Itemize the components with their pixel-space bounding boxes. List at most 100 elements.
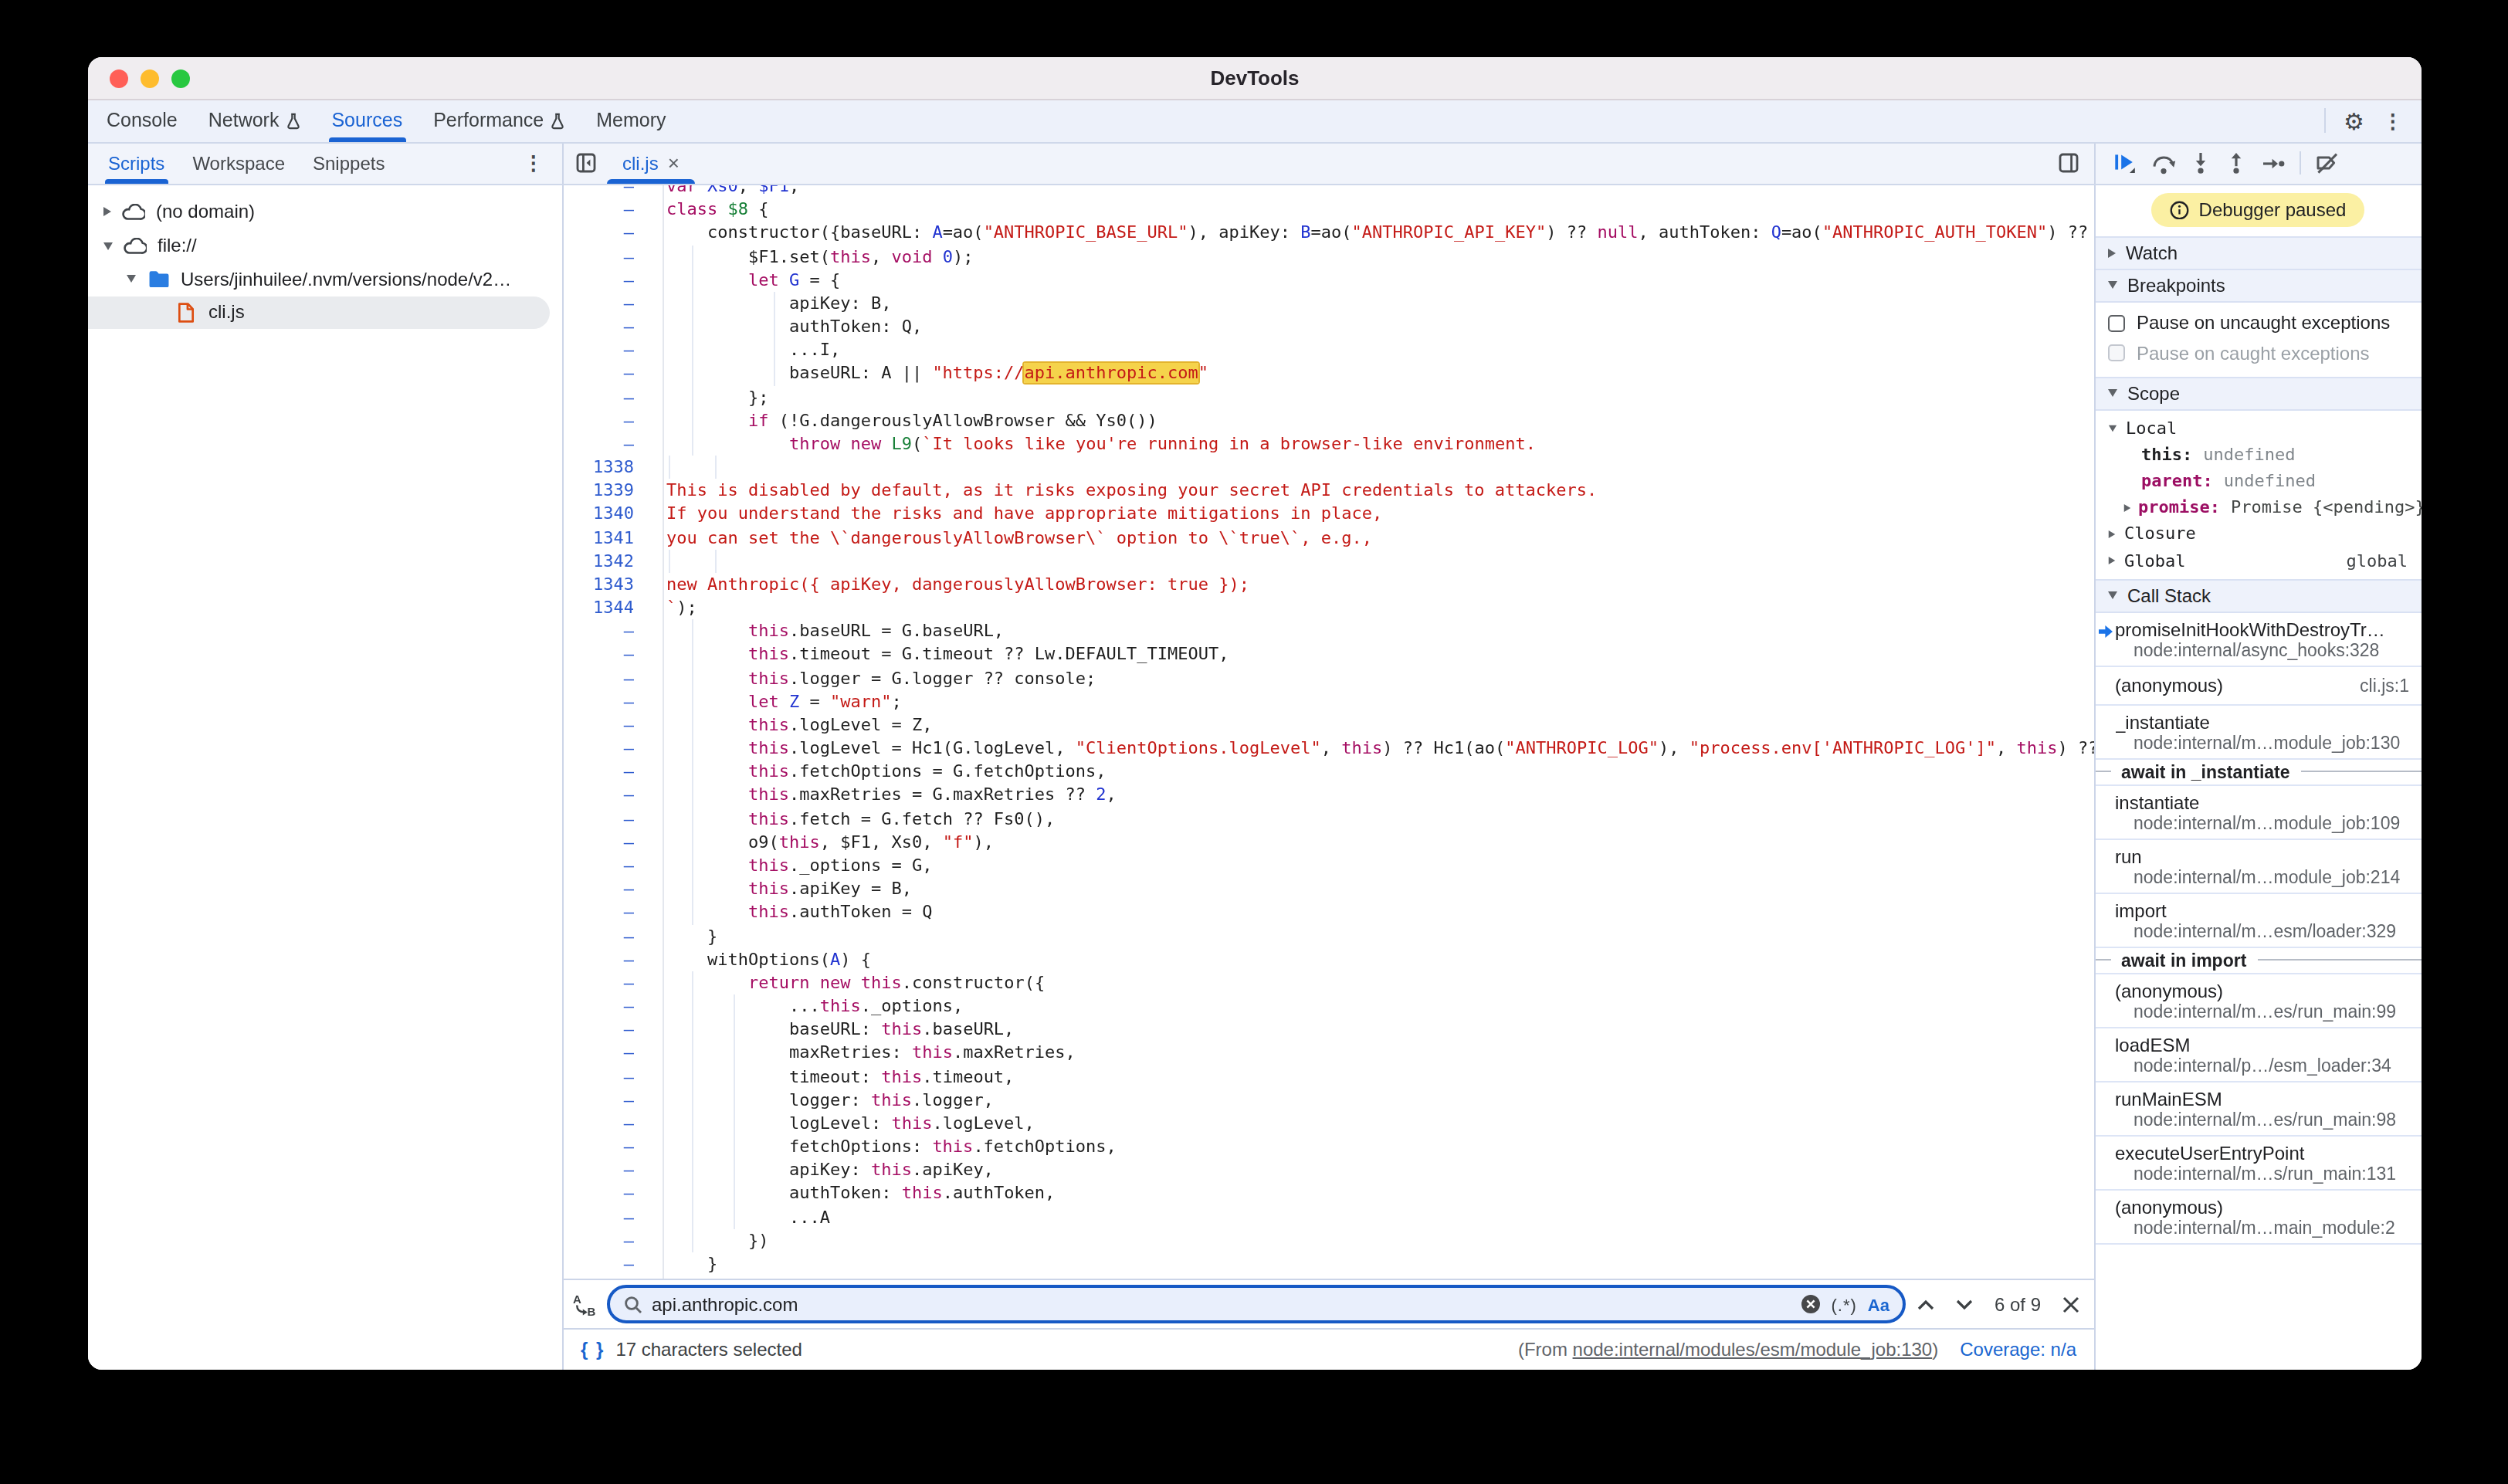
scope-row-promise[interactable]: promise:Promise {<pending>} [2095,494,2422,520]
line-number[interactable]: – [564,185,662,198]
line-number[interactable]: – [564,761,662,784]
line-number[interactable]: – [564,1135,662,1158]
line-number[interactable]: 1344 [564,596,662,619]
tree-item-users-jinhuilee-nvm-versions-node-v2-[interactable]: Users/jinhuilee/.nvm/versions/node/v2… [88,263,562,296]
line-number[interactable]: – [564,924,662,947]
sidebar-tab-snippets[interactable]: Snippets [299,143,398,183]
line-number[interactable]: – [564,1042,662,1065]
code-line[interactable]: – maxRetries: this.maxRetries, [564,1042,2093,1065]
source-origin-link[interactable]: node:internal/modules/esm/module_job:130 [1573,1339,1933,1360]
line-number[interactable]: – [564,1112,662,1135]
scope-row-Closure[interactable]: Closure [2095,521,2422,547]
settings-gear-icon[interactable]: ⚙ [2344,110,2364,133]
step-icon[interactable] [2260,152,2285,174]
line-number[interactable]: 1342 [564,550,662,573]
line-number[interactable]: – [564,784,662,807]
line-number[interactable]: – [564,222,662,245]
code-line[interactable]: – } [564,924,2093,947]
step-over-icon[interactable] [2150,152,2175,174]
find-replace-icon[interactable]: AB [571,1292,596,1316]
search-input[interactable]: api.anthropic.com (.*) Aa [607,1285,1906,1323]
line-number[interactable]: – [564,994,662,1018]
close-search-icon[interactable] [2061,1295,2079,1313]
code-line[interactable]: – return new this.constructor({ [564,971,2093,994]
line-number[interactable]: – [564,1018,662,1041]
line-number[interactable]: – [564,385,662,408]
more-options-icon[interactable]: ⋮ [2383,110,2403,133]
tab-console[interactable]: Console [91,100,193,141]
code-line[interactable]: –var Xs0, $F1, [564,185,2093,198]
step-out-icon[interactable] [2225,151,2246,174]
code-line[interactable]: – }; [564,385,2093,408]
coverage-link[interactable]: Coverage: n/a [1960,1339,2076,1360]
callstack-frame[interactable]: runMainESMnode:internal/m…es/run_main:98 [2095,1082,2422,1136]
scope-row-parent[interactable]: parent:undefined [2095,468,2422,494]
line-number[interactable]: 1338 [564,456,662,479]
code-editor[interactable]: –var Xs0, $F1,–class $8 {– constructor({… [564,185,2093,1279]
code-line[interactable]: – let G = { [564,268,2093,291]
line-number[interactable]: 1340 [564,503,662,526]
sidebar-tab-workspace[interactable]: Workspace [178,143,299,183]
line-number[interactable]: – [564,1158,662,1181]
code-line[interactable]: – } [564,1252,2093,1276]
section-breakpoints[interactable]: Breakpoints [2095,268,2422,302]
code-line[interactable]: – this.logLevel = Hc1(G.logLevel, "Clien… [564,737,2093,760]
tab-performance[interactable]: Performance [418,100,581,141]
code-line[interactable]: – constructor({baseURL: A=ao("ANTHROPIC_… [564,222,2093,245]
line-number[interactable]: – [564,854,662,877]
code-line[interactable]: 1342 [564,550,2093,573]
code-line[interactable]: – this.baseURL = G.baseURL, [564,620,2093,643]
code-line[interactable]: – let Z = "warn"; [564,690,2093,713]
line-number[interactable]: – [564,362,662,385]
code-line[interactable]: 1338 [564,456,2093,479]
line-number[interactable]: 1341 [564,526,662,549]
code-line[interactable]: – withOptions(A) { [564,947,2093,971]
callstack-frame[interactable]: (anonymous)node:internal/m…es/run_main:9… [2095,974,2422,1028]
scope-row-Global[interactable]: Globalglobal [2095,547,2422,574]
section-scope[interactable]: Scope [2095,376,2422,410]
callstack-frame[interactable]: runnode:internal/m…module_job:214 [2095,839,2422,893]
callstack-frame[interactable]: loadESMnode:internal/p…/esm_loader:34 [2095,1028,2422,1082]
step-into-icon[interactable] [2189,151,2211,174]
code-line[interactable]: – this.logLevel = Z, [564,713,2093,737]
editor-tab-clijs[interactable]: cli.js × [607,143,695,183]
line-number[interactable]: – [564,807,662,830]
callstack-frame[interactable]: promiseInitHookWithDestroyTr…node:intern… [2095,612,2422,666]
section-callstack[interactable]: Call Stack [2095,578,2422,612]
tree-item--no-domain-[interactable]: (no domain) [88,195,562,229]
code-line[interactable]: – logger: this.logger, [564,1088,2093,1111]
code-line[interactable]: –class $8 { [564,198,2093,221]
line-number[interactable]: 1343 [564,573,662,596]
code-line[interactable]: – baseURL: A || "https://api.anthropic.c… [564,362,2093,385]
sidebar-tab-scripts[interactable]: Scripts [94,143,178,183]
line-number[interactable]: – [564,1065,662,1088]
code-line[interactable]: 1341you can set the \`dangerouslyAllowBr… [564,526,2093,549]
code-line[interactable]: – this.logger = G.logger ?? console; [564,666,2093,689]
code-line[interactable]: – this.apiKey = B, [564,877,2093,900]
clear-search-icon[interactable] [1800,1294,1820,1314]
section-watch[interactable]: Watch [2095,235,2422,269]
code-line[interactable]: – authToken: Q, [564,315,2093,338]
line-number[interactable]: – [564,1205,662,1228]
code-line[interactable]: – fetchOptions: this.fetchOptions, [564,1135,2093,1158]
line-number[interactable]: – [564,643,662,666]
line-number[interactable]: – [564,831,662,854]
code-line[interactable]: – this.authToken = Q [564,901,2093,924]
regex-toggle[interactable]: (.*) [1831,1295,1856,1313]
callstack-frame[interactable]: importnode:internal/m…esm/loader:329 [2095,893,2422,947]
close-tab-icon[interactable]: × [668,151,680,174]
code-line[interactable]: – throw new L9(`It looks like you're run… [564,432,2093,456]
line-number[interactable]: – [564,971,662,994]
callstack-frame[interactable]: _instantiatenode:internal/m…module_job:1… [2095,705,2422,759]
match-case-toggle[interactable]: Aa [1868,1295,1889,1313]
code-line[interactable]: – this.maxRetries = G.maxRetries ?? 2, [564,784,2093,807]
line-number[interactable]: – [564,713,662,737]
toggle-navigator-icon[interactable] [576,153,596,173]
scope-row-Local[interactable]: Local [2095,415,2422,441]
next-match-icon[interactable] [1956,1298,1974,1310]
code-line[interactable]: – baseURL: this.baseURL, [564,1018,2093,1041]
line-number[interactable]: – [564,690,662,713]
code-line[interactable]: – this.fetchOptions = G.fetchOptions, [564,761,2093,784]
line-number[interactable]: – [564,947,662,971]
checkbox[interactable] [2107,315,2124,332]
